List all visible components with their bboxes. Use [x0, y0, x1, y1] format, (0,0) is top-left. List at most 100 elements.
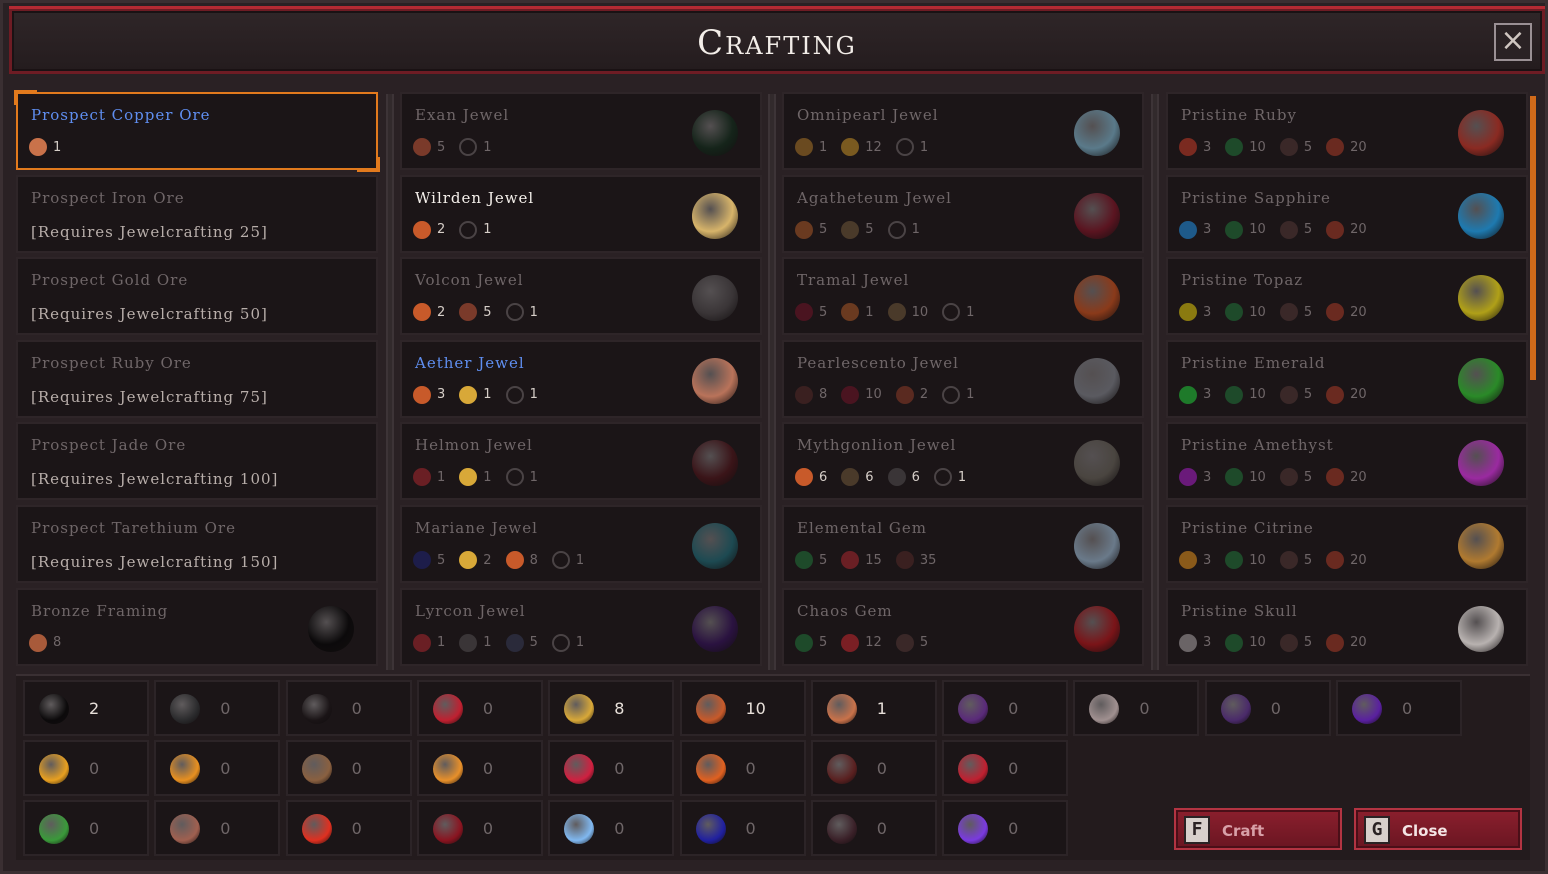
- recipe-item[interactable]: Bronze Framing 8: [16, 587, 378, 666]
- recipe-item[interactable]: Pristine Sapphire 3 10 5 20: [1166, 174, 1528, 253]
- recipe-item[interactable]: Pearlescento Jewel 8 10 2 1: [782, 339, 1144, 418]
- recipe-item[interactable]: Lyrcon Jewel 1 1 5 1: [400, 587, 762, 666]
- material-count: 2: [437, 304, 446, 320]
- inventory-slot[interactable]: 0: [810, 740, 937, 796]
- column-divider: [768, 94, 776, 670]
- material-count: 5: [437, 139, 446, 155]
- inventory-slot[interactable]: 0: [154, 680, 281, 736]
- inventory-slot[interactable]: 10: [679, 680, 806, 736]
- inventory-slot[interactable]: 0: [548, 800, 675, 856]
- inventory-slot[interactable]: 0: [285, 800, 412, 856]
- inventory-count: 0: [745, 819, 756, 838]
- recipe-item[interactable]: Mariane Jewel 5 2 8 1: [400, 505, 762, 583]
- inventory-slot[interactable]: 0: [154, 740, 281, 796]
- inventory-slot[interactable]: 0: [942, 680, 1069, 736]
- close-icon[interactable]: ×: [1494, 23, 1532, 61]
- inventory-slot[interactable]: 2: [23, 680, 149, 736]
- inventory-count: 0: [876, 819, 887, 838]
- inventory-slot[interactable]: 0: [285, 740, 412, 796]
- inventory-slot[interactable]: 0: [23, 800, 149, 856]
- feather-icon: [459, 551, 478, 569]
- inventory-slot[interactable]: 0: [679, 740, 806, 796]
- material-count: 1: [483, 222, 492, 238]
- material-cost: 1: [841, 303, 874, 322]
- inventory-slot[interactable]: 0: [1204, 680, 1331, 736]
- inventory-slot[interactable]: 0: [942, 740, 1069, 796]
- inventory-count: 0: [1270, 699, 1281, 718]
- inventory-slot[interactable]: 0: [285, 680, 412, 736]
- copper-ore-icon: [29, 633, 47, 652]
- feather-icon: [459, 385, 478, 404]
- inventory-slot[interactable]: 0: [810, 800, 937, 856]
- inventory-slot[interactable]: 0: [942, 800, 1069, 856]
- recipe-name: Pristine Emerald: [1181, 353, 1326, 372]
- recipe-name: Omnipearl Jewel: [797, 106, 939, 124]
- recipe-scrollbar[interactable]: [1530, 96, 1536, 380]
- material-count: 10: [865, 387, 882, 403]
- amber-crystal-icon: [39, 754, 69, 784]
- material-count: 5: [1303, 469, 1313, 485]
- topaz-icon: [1179, 303, 1197, 322]
- recipe-item[interactable]: Pristine Ruby 3 10 5 20: [1166, 92, 1528, 170]
- craft-button[interactable]: F Craft: [1174, 808, 1342, 850]
- recipe-requirement: [Requires Jewelcrafting 50]: [31, 305, 268, 324]
- inventory-slot[interactable]: 1: [810, 680, 937, 736]
- material-count: 12: [865, 139, 882, 155]
- material-list: 8 10 2 1: [795, 385, 974, 404]
- recipe-item[interactable]: Aether Jewel 3 1 1: [400, 339, 762, 418]
- recipe-item[interactable]: Exan Jewel 5 1: [400, 92, 762, 170]
- inventory-slot[interactable]: 0: [1336, 680, 1462, 736]
- recipe-name: Lyrcon Jewel: [415, 601, 526, 620]
- recipe-item[interactable]: Prospect Jade Ore [Requires Jewelcrafting…: [16, 422, 378, 501]
- recipe-item[interactable]: Pristine Amethyst 3 10 5 20: [1166, 422, 1528, 501]
- recipe-name: Bronze Framing: [31, 601, 169, 620]
- inventory-count: 0: [614, 819, 625, 838]
- close-button[interactable]: G Close: [1354, 808, 1522, 850]
- inventory-slot[interactable]: 8: [548, 680, 675, 736]
- material-cost: 5: [1279, 468, 1313, 487]
- recipe-item[interactable]: Prospect Ruby Ore [Requires Jewelcrafting…: [16, 339, 378, 418]
- recipe-item[interactable]: Tramal Jewel 5 1 10 1: [782, 257, 1144, 336]
- shard-icon: [413, 468, 431, 487]
- recipe-item[interactable]: Prospect Tarethium Ore [Requires Jewelcra…: [16, 505, 378, 583]
- recipe-name: Pristine Topaz: [1181, 271, 1304, 290]
- inventory-slot[interactable]: 0: [548, 740, 675, 796]
- recipe-item[interactable]: Mythgonlion Jewel 6 6 6 1: [782, 422, 1144, 501]
- recipe-item[interactable]: Pristine Skull 3 10 5 20: [1166, 587, 1528, 666]
- recipe-item[interactable]: Agatheteum Jewel 5 5 1: [782, 174, 1144, 253]
- recipe-requirement: [Requires Jewelcrafting 75]: [31, 387, 268, 406]
- inventory-slot[interactable]: 0: [416, 800, 543, 856]
- material-cost: 1: [459, 220, 492, 239]
- pristine-amethyst-icon: [1458, 440, 1504, 487]
- inventory-slot[interactable]: 0: [1073, 680, 1200, 736]
- recipe-item[interactable]: Prospect Copper Ore 1: [14, 90, 380, 172]
- recipe-item[interactable]: Prospect Iron Ore [Requires Jewelcrafting…: [16, 174, 378, 253]
- recipe-item[interactable]: Omnipearl Jewel 1 12 1: [782, 92, 1144, 170]
- material-count: 10: [1249, 635, 1266, 651]
- inventory-slot[interactable]: 0: [23, 740, 149, 796]
- square-frame-icon: [301, 694, 332, 724]
- inventory-slot[interactable]: 0: [416, 680, 543, 736]
- recipe-item[interactable]: Pristine Emerald 3 10 5 20: [1166, 339, 1528, 418]
- violet-gem-icon: [958, 814, 989, 844]
- recipe-item[interactable]: Pristine Topaz 3 10 5 20: [1166, 257, 1528, 336]
- material-count: 5: [1303, 552, 1313, 568]
- recipe-item[interactable]: Volcon Jewel 2 5 1: [400, 257, 762, 336]
- framing-icon: [505, 303, 524, 322]
- claw-icon: [1279, 138, 1298, 156]
- material-cost: 3: [1179, 468, 1211, 487]
- recipe-item[interactable]: Wilrden Jewel 2 1: [400, 174, 762, 253]
- inventory-slot[interactable]: 0: [679, 800, 806, 856]
- material-cost: 5: [795, 303, 827, 322]
- leaf-icon: [1225, 385, 1244, 404]
- recipe-requirement: [Requires Jewelcrafting 100]: [31, 470, 279, 489]
- shard-icon: [413, 633, 431, 652]
- material-count: 5: [1303, 304, 1313, 320]
- inventory-slot[interactable]: 0: [154, 800, 281, 856]
- recipe-item[interactable]: Prospect Gold Ore [Requires Jewelcrafting…: [16, 257, 378, 336]
- recipe-item[interactable]: Chaos Gem 5 12 5: [782, 587, 1144, 666]
- inventory-slot[interactable]: 0: [416, 740, 543, 796]
- recipe-item[interactable]: Elemental Gem 5 15 35: [782, 505, 1144, 583]
- recipe-item[interactable]: Helmon Jewel 1 1 1: [400, 422, 762, 501]
- recipe-item[interactable]: Pristine Citrine 3 10 5 20: [1166, 505, 1528, 583]
